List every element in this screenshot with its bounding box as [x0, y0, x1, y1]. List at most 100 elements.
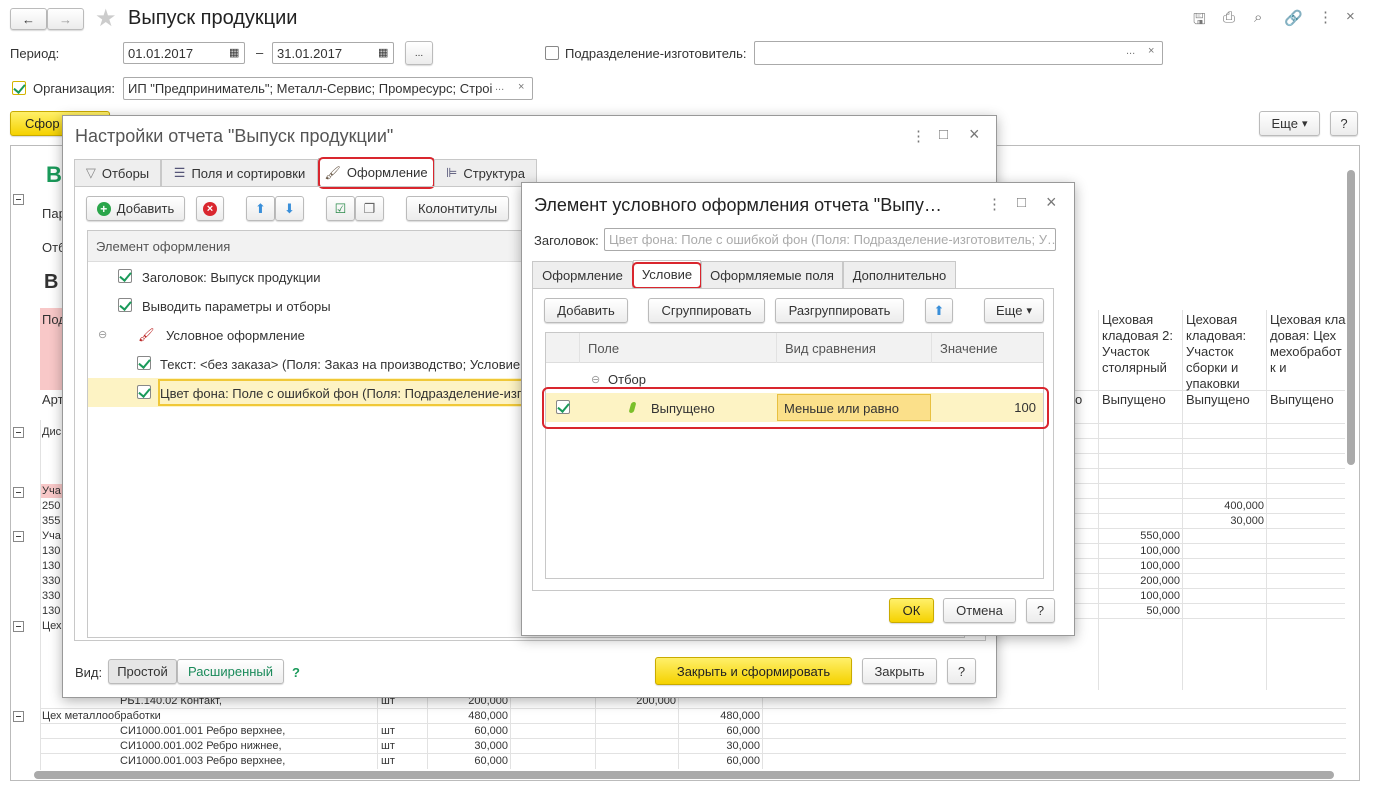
tab-label: Структура: [463, 165, 525, 181]
report-cell: 330: [42, 590, 61, 602]
value-cell: 400,000: [1224, 500, 1264, 512]
more-button[interactable]: Еще ▾: [984, 298, 1044, 323]
help-button[interactable]: ?: [1330, 111, 1358, 136]
collapse-icon[interactable]: [13, 487, 24, 498]
caption-placeholder: Цвет фона: Поле с ошибкой фон (Поля: Под…: [609, 232, 1056, 247]
add-button[interactable]: + Добавить: [86, 196, 185, 221]
cancel-button[interactable]: Отмена: [943, 598, 1016, 623]
collapse-icon[interactable]: [13, 711, 24, 722]
subdivision-clear-button[interactable]: ×: [1148, 45, 1154, 57]
preview-icon[interactable]: ⌕: [1254, 9, 1262, 26]
move-up-button[interactable]: ⬆: [925, 298, 953, 323]
link-icon[interactable]: 🔗: [1284, 9, 1303, 27]
fields-icon: ☰: [173, 165, 186, 180]
dialog-title: Настройки отчета "Выпуск продукции": [75, 126, 394, 146]
item-checkbox[interactable]: [118, 269, 132, 283]
tree-item-selected[interactable]: Цвет фона: Поле с ошибкой фон (Поля: Под…: [160, 386, 534, 401]
close-icon[interactable]: ×: [1046, 192, 1057, 213]
help-button[interactable]: ?: [947, 658, 976, 684]
collapse-icon[interactable]: [13, 194, 24, 205]
value-cell: 30,000: [1230, 515, 1264, 527]
collapse-icon[interactable]: [13, 531, 24, 542]
close-icon[interactable]: ×: [1346, 8, 1355, 25]
move-up-button[interactable]: ⬆: [246, 196, 275, 221]
close-button[interactable]: Закрыть: [862, 658, 937, 684]
collapse-icon[interactable]: ⊖: [98, 328, 107, 341]
maximize-icon[interactable]: □: [1017, 194, 1026, 211]
help-button[interactable]: ?: [1026, 598, 1055, 623]
subdivision-select-button[interactable]: ...: [1126, 45, 1135, 57]
date-from-input[interactable]: 01.01.2017: [123, 42, 245, 64]
view-help-link[interactable]: ?: [292, 665, 300, 680]
favorite-star-icon[interactable]: ★: [95, 4, 117, 33]
subdivision-input[interactable]: [754, 41, 1163, 65]
tree-item[interactable]: Выводить параметры и отборы: [142, 299, 331, 314]
move-down-button[interactable]: ⬇: [275, 196, 304, 221]
vertical-scrollbar[interactable]: [1347, 170, 1355, 465]
group-button[interactable]: Сгруппировать: [648, 298, 765, 323]
report-cell: 250: [42, 500, 61, 512]
headers-footers-button[interactable]: Колонтитулы: [406, 196, 509, 221]
collapse-icon[interactable]: ⊖: [591, 373, 600, 386]
add-condition-button[interactable]: Добавить: [544, 298, 628, 323]
row-name: СИ1000.001.002 Ребро нижнее,: [120, 740, 282, 752]
collapse-icon[interactable]: [13, 427, 24, 438]
date-to-input[interactable]: 31.01.2017: [272, 42, 394, 64]
more-icon[interactable]: ⋮: [911, 127, 926, 145]
column-header: Элемент оформления: [96, 239, 231, 254]
back-button[interactable]: ←: [10, 8, 47, 30]
print-icon[interactable]: ⎙: [1223, 9, 1235, 26]
row-value: 60,000: [726, 725, 760, 737]
tab-additional[interactable]: Дополнительно: [843, 261, 956, 288]
organization-clear-button[interactable]: ×: [518, 81, 524, 93]
organization-input[interactable]: ИП "Предприниматель"; Металл-Сервис; Про…: [123, 77, 533, 100]
report-cell: 130: [42, 605, 61, 617]
calendar-icon[interactable]: ▦: [229, 46, 239, 59]
uncheck-all-button[interactable]: ❐: [355, 196, 384, 221]
report-cell: 355: [42, 515, 61, 527]
view-extended-button[interactable]: Расширенный: [177, 659, 284, 684]
item-checkbox[interactable]: [137, 385, 151, 399]
delete-button[interactable]: ×: [196, 196, 224, 221]
close-icon[interactable]: ×: [969, 124, 980, 145]
period-select-button[interactable]: ...: [405, 41, 433, 65]
view-label: Вид:: [75, 665, 103, 680]
more-button[interactable]: Еще ▾: [1259, 111, 1320, 136]
calendar-icon[interactable]: ▦: [378, 46, 388, 59]
tab-appearance[interactable]: Оформление: [532, 261, 633, 288]
dialog-title: Элемент условного оформления отчета "Вып…: [534, 195, 942, 215]
highlight-frame: [542, 387, 1049, 429]
row-name: Цех металлообработки: [42, 710, 161, 722]
tab-formatted-fields[interactable]: Оформляемые поля: [701, 261, 843, 288]
forward-button[interactable]: →: [47, 8, 84, 30]
organization-select-button[interactable]: ...: [495, 81, 504, 93]
check-all-button[interactable]: ☑: [326, 196, 355, 221]
maximize-icon[interactable]: □: [939, 126, 948, 143]
collapse-icon[interactable]: [13, 621, 24, 632]
report-cell: Уча: [42, 485, 61, 497]
period-label: Период:: [10, 46, 60, 61]
more-label: Еще: [996, 303, 1023, 318]
tree-group[interactable]: Условное оформление: [166, 328, 305, 343]
item-checkbox[interactable]: [137, 356, 151, 370]
item-checkbox[interactable]: [118, 298, 132, 312]
more-icon[interactable]: ⋮: [1318, 8, 1333, 26]
tab-filters[interactable]: ▽ Отборы: [74, 159, 161, 186]
report-cell: Цех: [42, 620, 62, 632]
subdivision-checkbox[interactable]: [545, 46, 559, 60]
group-row[interactable]: Отбор: [608, 372, 646, 387]
more-icon[interactable]: ⋮: [987, 195, 1002, 213]
tab-fields-sorting[interactable]: ☰ Поля и сортировки: [161, 159, 318, 186]
organization-checkbox[interactable]: [12, 81, 26, 95]
tree-item[interactable]: Заголовок: Выпуск продукции: [142, 270, 321, 285]
horizontal-scrollbar[interactable]: [34, 771, 1334, 779]
caption-input[interactable]: Цвет фона: Поле с ошибкой фон (Поля: Под…: [604, 228, 1056, 251]
save-icon[interactable]: 🖫: [1193, 9, 1206, 34]
ungroup-button[interactable]: Разгруппировать: [775, 298, 904, 323]
ok-button[interactable]: ОК: [889, 598, 934, 623]
close-and-generate-button[interactable]: Закрыть и сформировать: [655, 657, 852, 685]
delete-icon: ×: [203, 201, 217, 216]
view-simple-button[interactable]: Простой: [108, 659, 177, 684]
report-heading-fragment: В: [44, 271, 59, 293]
tree-item[interactable]: Текст: <без заказа> (Поля: Заказ на прои…: [160, 357, 524, 372]
